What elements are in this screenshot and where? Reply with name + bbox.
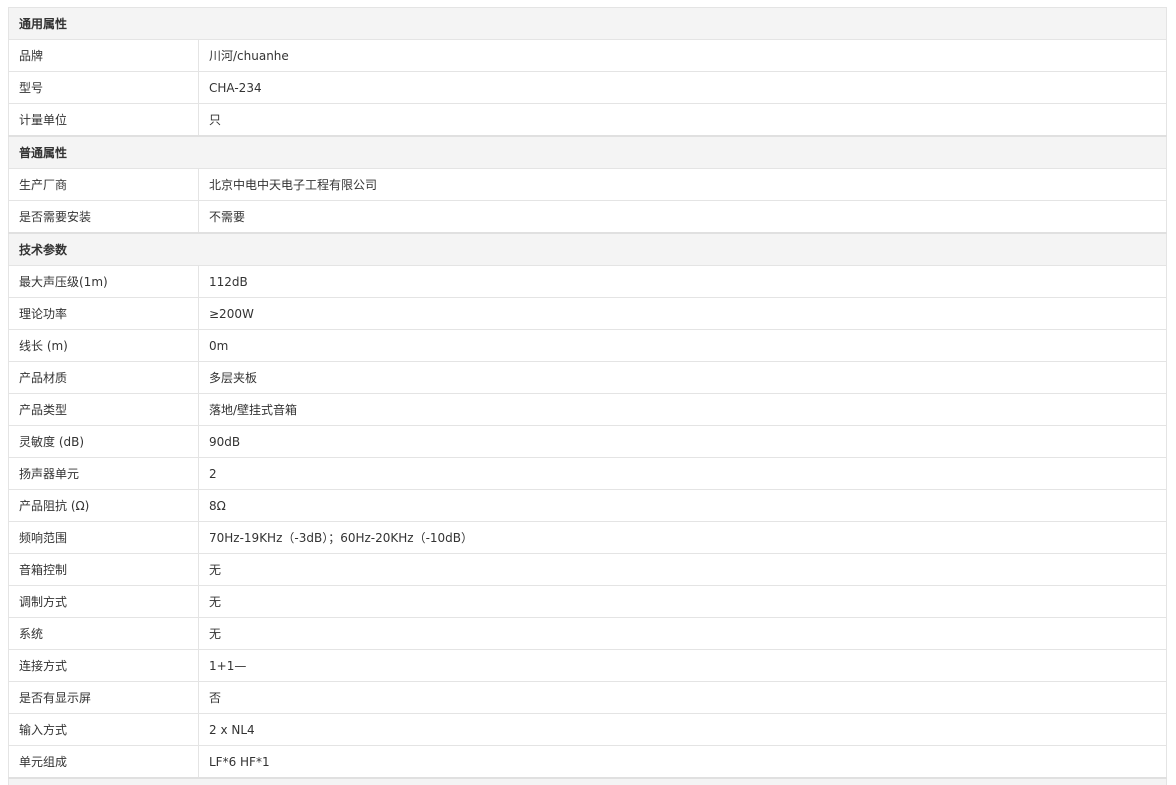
- spec-table-body: 通用属性 品牌 川河/chuanhe 型号 CHA-234 计量单位 只 普通属…: [8, 7, 1167, 785]
- table-row: 计量单位 只: [8, 103, 1167, 137]
- prop-value: 不需要: [198, 200, 1167, 234]
- table-row: 品牌 川河/chuanhe: [8, 39, 1167, 72]
- table-row: 产品类型 落地/壁挂式音箱: [8, 393, 1167, 426]
- table-row: 线长 (m) 0m: [8, 329, 1167, 362]
- table-row: 灵敏度 (dB) 90dB: [8, 425, 1167, 458]
- prop-name: 计量单位: [8, 103, 199, 137]
- prop-value: 无: [198, 553, 1167, 586]
- group-title: 通用属性: [8, 7, 1167, 40]
- prop-name: 线长 (m): [8, 329, 199, 362]
- prop-name: 连接方式: [8, 649, 199, 682]
- prop-value: 只: [198, 103, 1167, 137]
- group-title: 普通属性: [8, 135, 1167, 169]
- prop-name: 频响范围: [8, 521, 199, 554]
- prop-value: 8Ω: [198, 489, 1167, 522]
- group-header-general: 通用属性: [8, 7, 1167, 40]
- table-row: 产品阻抗 (Ω) 8Ω: [8, 489, 1167, 522]
- prop-value: 2 x NL4: [198, 713, 1167, 746]
- table-row: 音箱控制 无: [8, 553, 1167, 586]
- prop-name: 调制方式: [8, 585, 199, 618]
- table-row: 是否有显示屏 否: [8, 681, 1167, 714]
- prop-name: 扬声器单元: [8, 457, 199, 490]
- table-row: 是否需要安装 不需要: [8, 200, 1167, 234]
- table-row: 频响范围 70Hz-19KHz（-3dB）；60Hz-20KHz（-10dB）: [8, 521, 1167, 554]
- prop-name: 音箱控制: [8, 553, 199, 586]
- prop-name: 产品类型: [8, 393, 199, 426]
- table-row: 系统 无: [8, 617, 1167, 650]
- prop-value: LF*6 HF*1: [198, 745, 1167, 779]
- table-row: 扬声器单元 2: [8, 457, 1167, 490]
- prop-value: 90dB: [198, 425, 1167, 458]
- prop-value: 2: [198, 457, 1167, 490]
- table-row: 连接方式 1+1—: [8, 649, 1167, 682]
- prop-value: CHA-234: [198, 71, 1167, 104]
- prop-name: 产品阻抗 (Ω): [8, 489, 199, 522]
- prop-name: 是否有显示屏: [8, 681, 199, 714]
- prop-value: 无: [198, 617, 1167, 650]
- prop-value: 0m: [198, 329, 1167, 362]
- prop-name: 最大声压级(1m): [8, 265, 199, 298]
- prop-name: 品牌: [8, 39, 199, 72]
- group-header-tech-specs: 技术参数: [8, 232, 1167, 266]
- next-group-header-partial: [8, 777, 1167, 785]
- spec-table: 通用属性 品牌 川河/chuanhe 型号 CHA-234 计量单位 只 普通属…: [8, 7, 1167, 785]
- table-row: 单元组成 LF*6 HF*1: [8, 745, 1167, 779]
- prop-value: 否: [198, 681, 1167, 714]
- prop-name: 单元组成: [8, 745, 199, 779]
- prop-value: 70Hz-19KHz（-3dB）；60Hz-20KHz（-10dB）: [198, 521, 1167, 554]
- prop-value: 川河/chuanhe: [198, 39, 1167, 72]
- prop-name: 产品材质: [8, 361, 199, 394]
- prop-value: 无: [198, 585, 1167, 618]
- prop-value: 112dB: [198, 265, 1167, 298]
- prop-name: 灵敏度 (dB): [8, 425, 199, 458]
- prop-name: 是否需要安装: [8, 200, 199, 234]
- prop-value: 落地/壁挂式音箱: [198, 393, 1167, 426]
- table-row: 型号 CHA-234: [8, 71, 1167, 104]
- prop-value: ≥200W: [198, 297, 1167, 330]
- table-row: 最大声压级(1m) 112dB: [8, 265, 1167, 298]
- group-title: 技术参数: [8, 232, 1167, 266]
- prop-name: 生产厂商: [8, 168, 199, 201]
- table-row: 产品材质 多层夹板: [8, 361, 1167, 394]
- next-group-strip: [8, 777, 1167, 785]
- prop-name: 型号: [8, 71, 199, 104]
- prop-name: 理论功率: [8, 297, 199, 330]
- prop-value: 多层夹板: [198, 361, 1167, 394]
- table-row: 输入方式 2 x NL4: [8, 713, 1167, 746]
- table-row: 理论功率 ≥200W: [8, 297, 1167, 330]
- prop-name: 系统: [8, 617, 199, 650]
- prop-value: 1+1—: [198, 649, 1167, 682]
- table-row: 生产厂商 北京中电中天电子工程有限公司: [8, 168, 1167, 201]
- prop-name: 输入方式: [8, 713, 199, 746]
- table-row: 调制方式 无: [8, 585, 1167, 618]
- prop-value: 北京中电中天电子工程有限公司: [198, 168, 1167, 201]
- group-header-common: 普通属性: [8, 135, 1167, 169]
